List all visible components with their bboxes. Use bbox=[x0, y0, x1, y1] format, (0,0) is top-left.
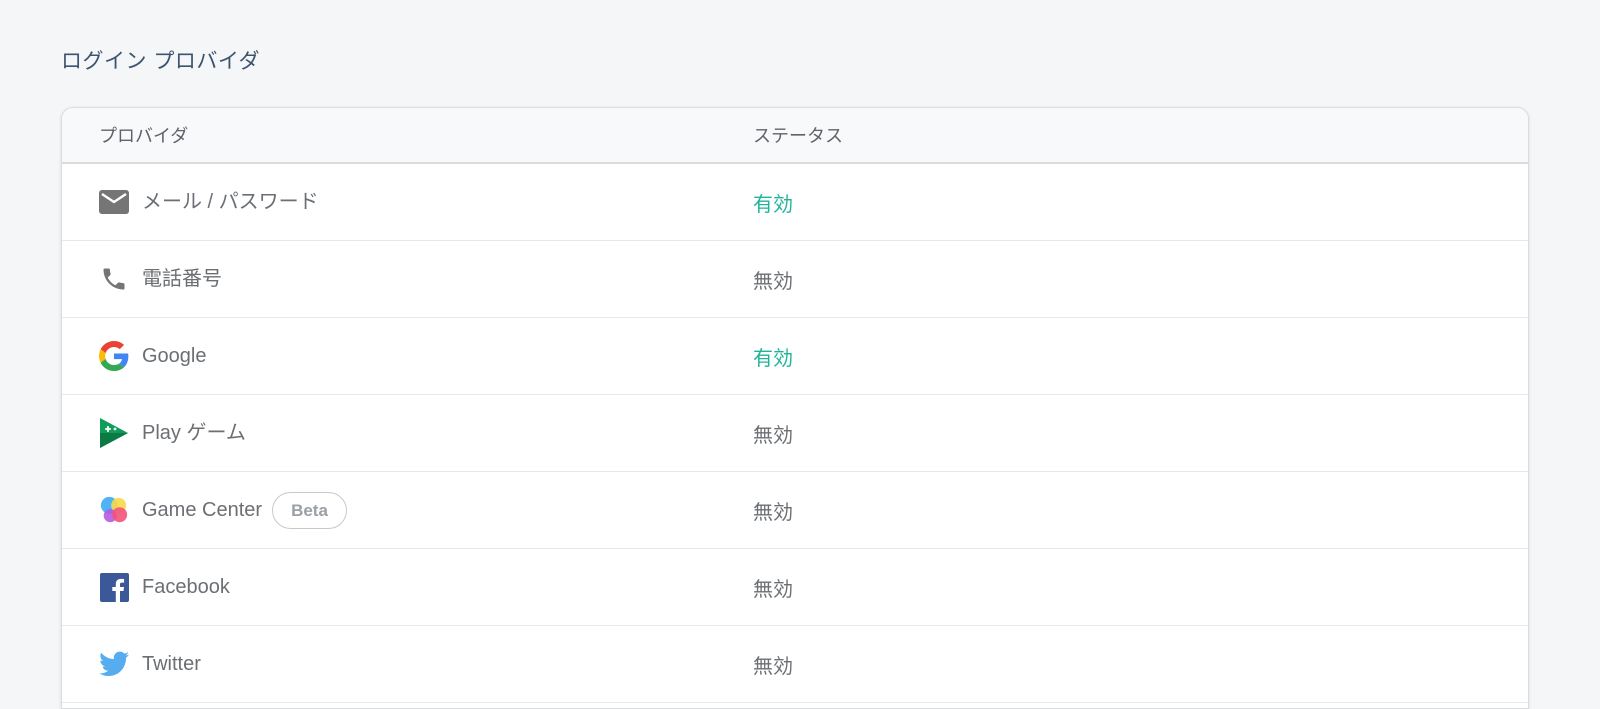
provider-name: Facebook bbox=[142, 577, 230, 597]
provider-name: Twitter bbox=[142, 654, 201, 674]
table-row-phone[interactable]: 電話番号 無効 bbox=[62, 241, 1528, 318]
page-title: ログイン プロバイダ bbox=[61, 47, 260, 77]
table-row-game-center[interactable]: Game Center Beta 無効 bbox=[62, 472, 1528, 549]
status-text: 有効 bbox=[753, 342, 793, 371]
beta-badge: Beta bbox=[272, 492, 347, 529]
facebook-icon bbox=[99, 572, 129, 602]
status-text: 無効 bbox=[753, 265, 793, 294]
status-text: 無効 bbox=[753, 496, 793, 525]
provider-name: Google bbox=[142, 346, 207, 366]
mail-icon bbox=[99, 187, 129, 217]
table-row-email-password[interactable]: メール / パスワード 有効 bbox=[62, 164, 1528, 241]
table-row-twitter[interactable]: Twitter 無効 bbox=[62, 626, 1528, 703]
table-row-google[interactable]: Google 有効 bbox=[62, 318, 1528, 395]
table-row-play-games[interactable]: Play ゲーム 無効 bbox=[62, 395, 1528, 472]
phone-icon bbox=[99, 264, 129, 294]
status-text: 無効 bbox=[753, 419, 793, 448]
play-games-icon bbox=[99, 418, 129, 448]
table-header: プロバイダ ステータス bbox=[62, 108, 1528, 164]
game-center-icon bbox=[99, 495, 129, 525]
provider-name: Game Center bbox=[142, 500, 262, 520]
status-text: 無効 bbox=[753, 573, 793, 602]
provider-name: Play ゲーム bbox=[142, 423, 246, 443]
twitter-icon bbox=[99, 649, 129, 679]
table-row-facebook[interactable]: Facebook 無効 bbox=[62, 549, 1528, 626]
google-icon bbox=[99, 341, 129, 371]
providers-table: プロバイダ ステータス メール / パスワード 有効 電話番号 bbox=[61, 107, 1529, 709]
header-provider: プロバイダ bbox=[62, 122, 753, 148]
status-text: 無効 bbox=[753, 650, 793, 679]
provider-name: 電話番号 bbox=[142, 269, 222, 289]
header-status: ステータス bbox=[753, 122, 1528, 148]
status-text: 有効 bbox=[753, 188, 793, 217]
provider-name: メール / パスワード bbox=[142, 192, 319, 212]
